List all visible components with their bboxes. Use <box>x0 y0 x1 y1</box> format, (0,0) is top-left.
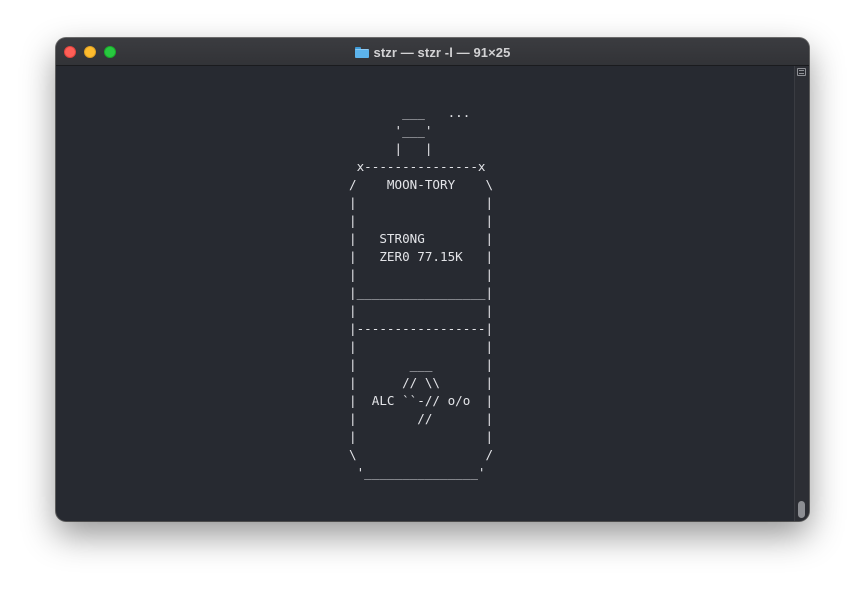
terminal-line: / MOON-TORY \ <box>349 177 494 192</box>
scroll-thumb[interactable] <box>798 501 805 518</box>
window-title: stzr — stzr -l — 91×25 <box>373 44 511 60</box>
terminal-line: ___ ... <box>349 105 471 120</box>
terminal-line: | | <box>349 429 494 444</box>
terminal-line: | | <box>349 267 494 282</box>
terminal-line: | | <box>349 303 494 318</box>
terminal-line: | // \\ | <box>349 375 494 390</box>
terminal-line: | | <box>349 141 433 156</box>
terminal-line: | | <box>349 213 494 228</box>
title-bar[interactable]: stzr — stzr -l — 91×25 <box>56 38 809 66</box>
vertical-scrollbar[interactable] <box>794 66 809 521</box>
terminal-line: | ZER0 77.15K | <box>349 249 494 264</box>
terminal-line: '___' <box>349 123 433 138</box>
folder-icon <box>354 46 369 58</box>
terminal-output: ___ ... '___' | | x---------------x / MO… <box>349 104 493 482</box>
terminal-line: |-----------------| <box>349 321 494 336</box>
title-group: stzr — stzr -l — 91×25 <box>56 38 809 66</box>
terminal-line: | | <box>349 195 494 210</box>
terminal-window: stzr — stzr -l — 91×25 ___ ... '___' | |… <box>56 38 809 521</box>
terminal-line: |_________________| <box>349 285 494 300</box>
terminal-line: | ALC ``-// o/o | <box>349 393 494 408</box>
split-pane-icon[interactable] <box>797 68 806 76</box>
terminal-line: | STR0NG | <box>349 231 494 246</box>
terminal-line: | | <box>349 339 494 354</box>
terminal-line: | ___ | <box>349 357 494 372</box>
terminal-line: '_______________' <box>349 465 486 480</box>
terminal-line: | // | <box>349 411 494 426</box>
terminal-line: \ / <box>349 447 494 462</box>
terminal-line: x---------------x <box>349 159 486 174</box>
terminal-content[interactable]: ___ ... '___' | | x---------------x / MO… <box>56 66 794 521</box>
